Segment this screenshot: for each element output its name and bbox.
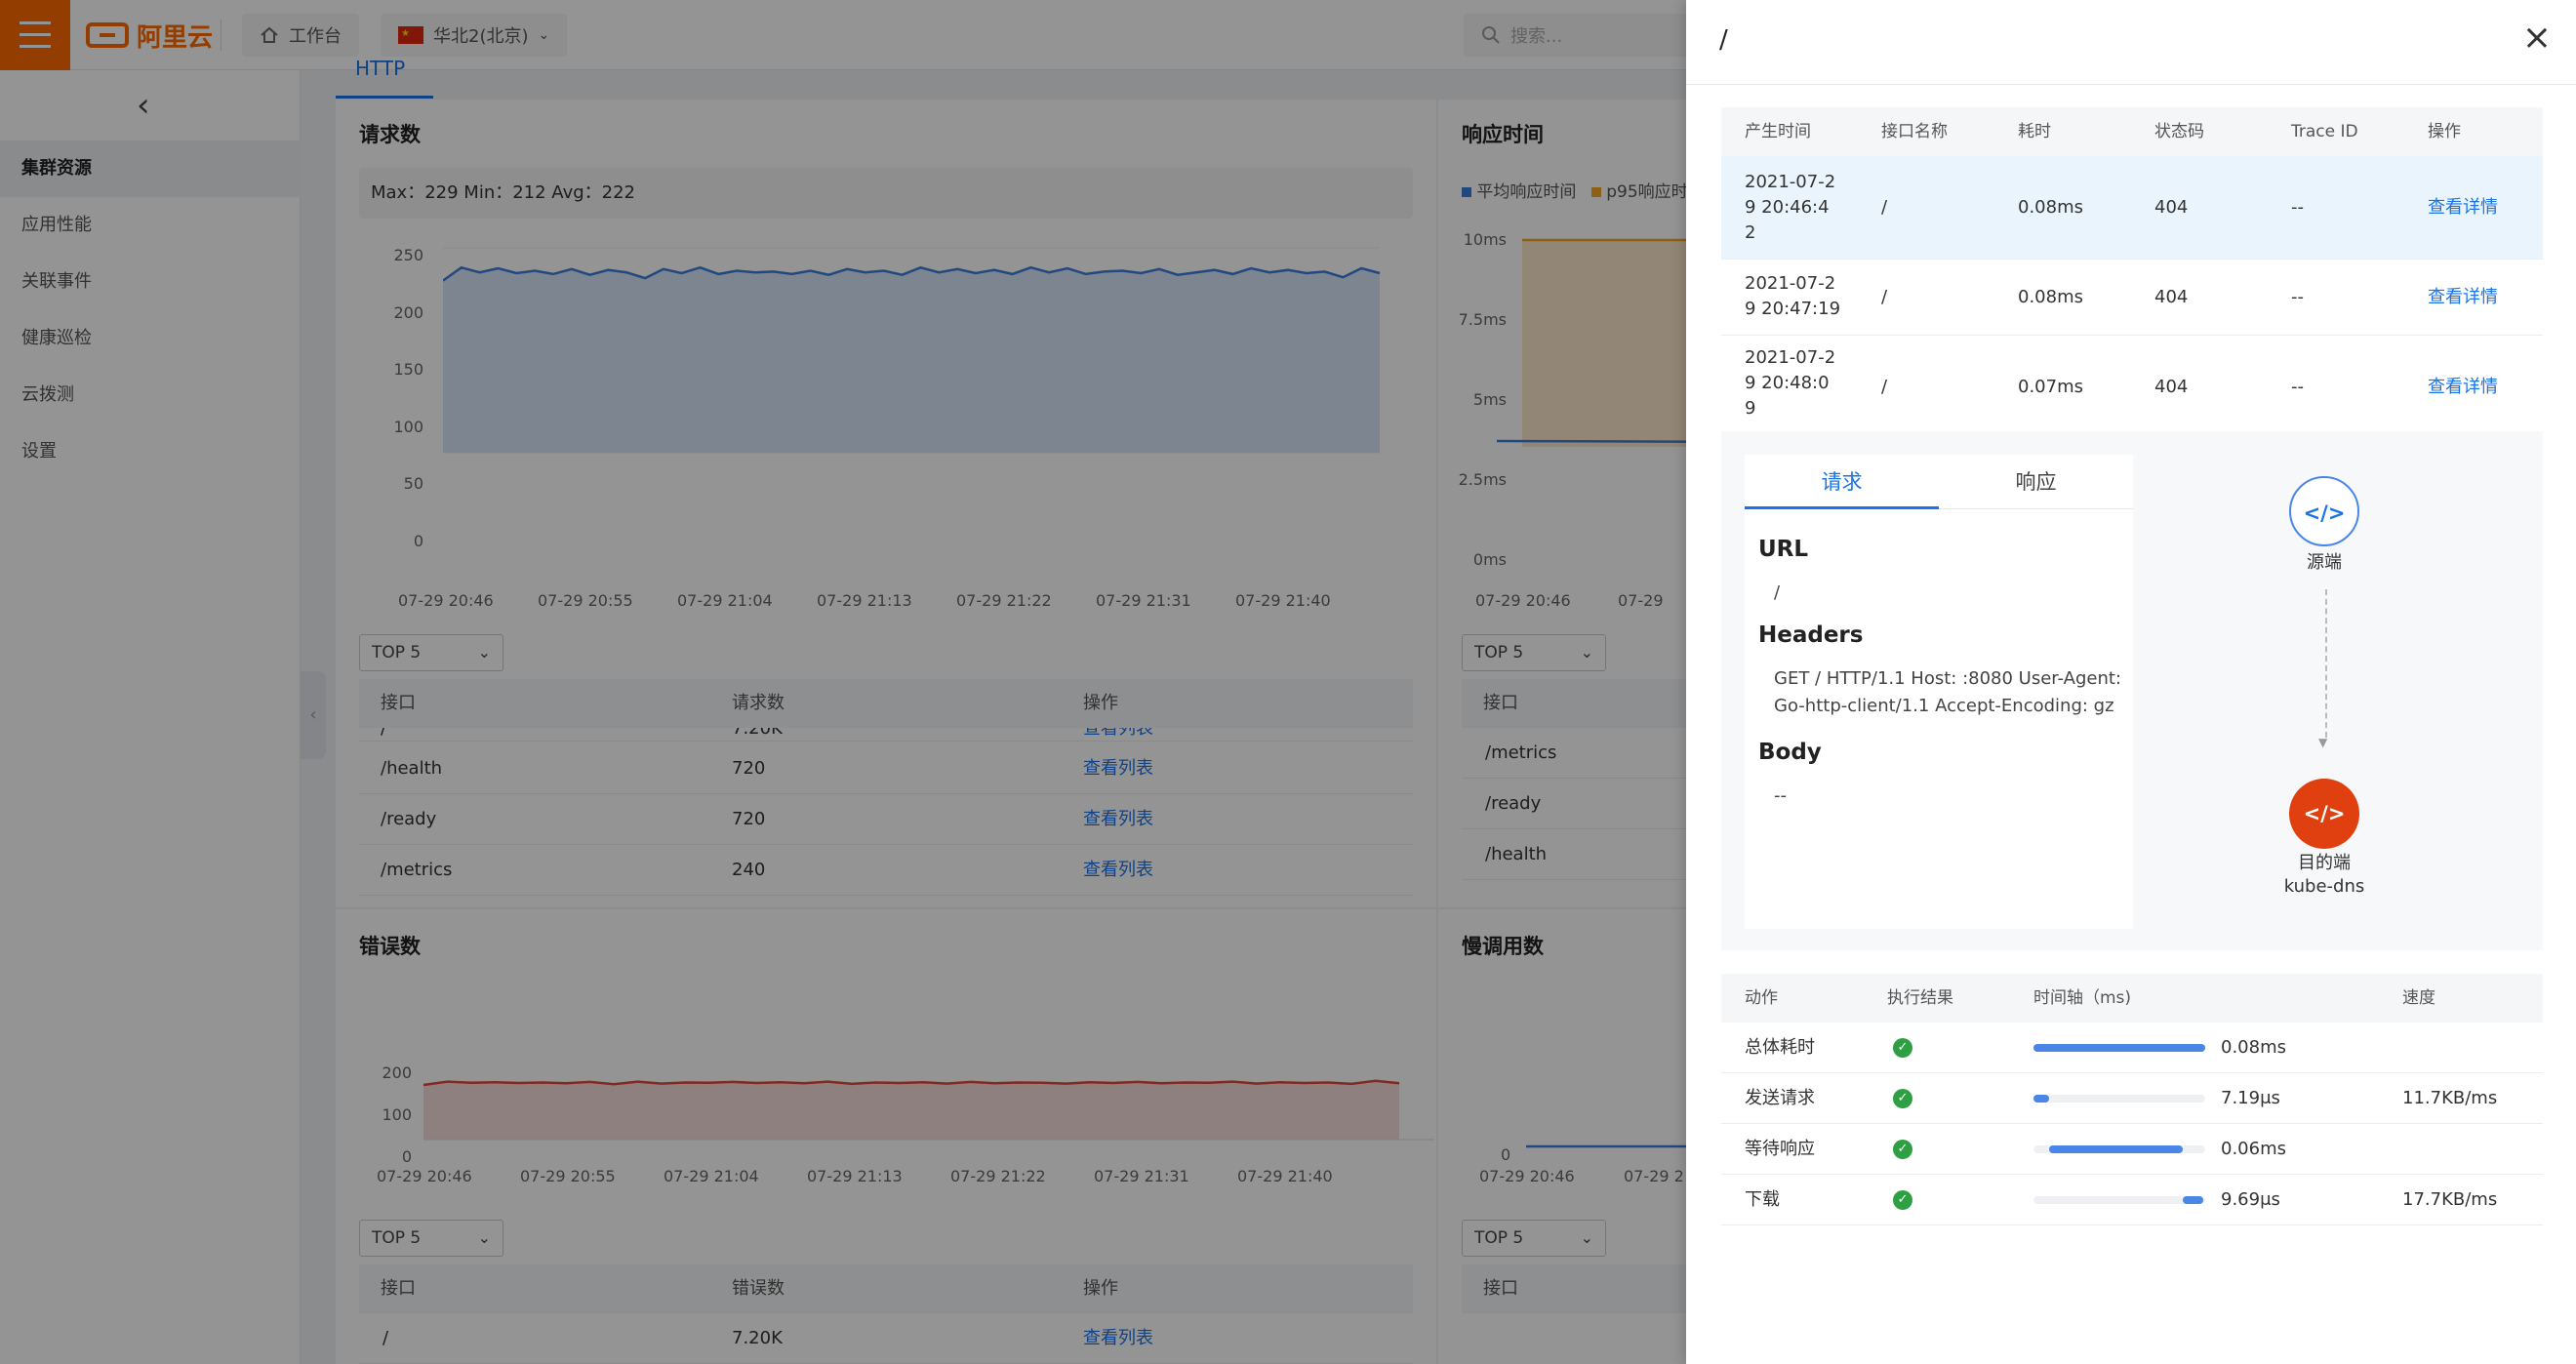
action-table-header: 动作 执行结果 时间轴（ms) 速度: [1721, 974, 2543, 1023]
trace-table-header: 产生时间 接口名称 耗时 状态码 Trace ID 操作: [1721, 107, 2543, 156]
request-response-card: 请求 响应 URL / Headers GET / HTTP/1.1 Host:…: [1745, 455, 2133, 929]
tab-request[interactable]: 请求: [1745, 455, 1939, 509]
check-circle-icon: ✓: [1893, 1190, 1912, 1210]
target-node-icon[interactable]: </>: [2289, 779, 2359, 849]
timeline-bar: [2033, 1095, 2049, 1103]
action-name: 等待响应: [1745, 1139, 1815, 1159]
view-details-link[interactable]: 查看详情: [2428, 375, 2498, 400]
trace-row[interactable]: 2021-07-2 9 20:46:4 2 / 0.08ms 404 -- 查看…: [1721, 156, 2543, 260]
action-row: 总体耗时 ✓ 0.08ms: [1721, 1023, 2543, 1073]
check-circle-icon: ✓: [1893, 1038, 1912, 1058]
close-icon[interactable]: ×: [2519, 20, 2555, 57]
check-circle-icon: ✓: [1893, 1140, 1912, 1159]
action-speed: 11.7KB/ms: [2402, 1088, 2498, 1108]
body-value: --: [1774, 785, 1787, 806]
url-value: /: [1774, 582, 1781, 603]
action-row: 下载 ✓ 9.69μs 17.7KB/ms: [1721, 1175, 2543, 1225]
timeline-track: [2033, 1095, 2205, 1103]
source-node-icon[interactable]: </>: [2289, 476, 2359, 546]
source-label: 源端: [2307, 552, 2342, 573]
connection-line: [2325, 589, 2327, 738]
action-duration: 7.19μs: [2221, 1088, 2280, 1108]
view-details-link[interactable]: 查看详情: [2428, 195, 2498, 221]
target-label: 目的端: [2298, 853, 2351, 873]
trace-detail-drawer: / × 产生时间 接口名称 耗时 状态码 Trace ID 操作 2021-07…: [1686, 0, 2576, 1364]
drawer-title: /: [1719, 25, 1728, 55]
modal-overlay[interactable]: [0, 0, 1686, 1364]
divider: [1686, 84, 2576, 85]
check-circle-icon: ✓: [1893, 1089, 1912, 1108]
action-duration: 0.06ms: [2221, 1139, 2286, 1159]
action-row: 发送请求 ✓ 7.19μs 11.7KB/ms: [1721, 1073, 2543, 1124]
trace-row[interactable]: 2021-07-2 9 20:47:19 / 0.08ms 404 -- 查看详…: [1721, 260, 2543, 336]
trace-row[interactable]: 2021-07-2 9 20:48:0 9 / 0.07ms 404 -- 查看…: [1721, 336, 2543, 423]
action-duration: 9.69μs: [2221, 1189, 2280, 1210]
action-name: 发送请求: [1745, 1088, 1815, 1108]
timeline-track: [2033, 1145, 2205, 1153]
target-name: kube-dns: [2283, 876, 2365, 897]
timeline-bar: [2048, 1145, 2184, 1153]
view-details-link[interactable]: 查看详情: [2428, 285, 2498, 310]
arrow-down-icon: ▼: [2318, 736, 2328, 749]
trace-detail-box: 请求 响应 URL / Headers GET / HTTP/1.1 Host:…: [1721, 431, 2543, 950]
timeline-bar: [2033, 1044, 2205, 1052]
timeline-track: [2033, 1196, 2205, 1204]
timeline-bar: [2183, 1196, 2204, 1204]
body-heading: Body: [1758, 740, 1822, 765]
timeline-track: [2033, 1044, 2205, 1052]
action-name: 总体耗时: [1745, 1037, 1815, 1058]
action-speed: 17.7KB/ms: [2402, 1189, 2498, 1210]
action-row: 等待响应 ✓ 0.06ms: [1721, 1124, 2543, 1175]
action-name: 下载: [1745, 1189, 1780, 1210]
action-duration: 0.08ms: [2221, 1037, 2286, 1058]
url-heading: URL: [1758, 537, 1809, 562]
headers-heading: Headers: [1758, 622, 1864, 648]
tab-response[interactable]: 响应: [1939, 455, 2133, 509]
headers-value: GET / HTTP/1.1 Host: :8080 User-Agent: G…: [1774, 668, 2121, 716]
